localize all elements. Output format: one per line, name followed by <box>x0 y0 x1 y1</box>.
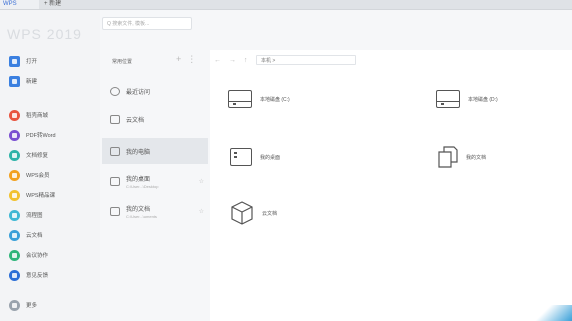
locations-panel: 常用位置 +⋮ 最近访问 云文档 我的电脑 我的桌面 C:\User...\De… <box>102 50 208 321</box>
location-name: 我的桌面 <box>126 176 151 183</box>
new-file-icon <box>9 75 20 87</box>
clock-icon <box>110 86 120 96</box>
brand-logo: WPS 2019 <box>7 26 82 42</box>
cloud-doc-icon <box>230 200 254 226</box>
sidebar-item-course[interactable]: WPS精品课 <box>9 188 55 202</box>
item-label: 我的文档 <box>466 154 487 161</box>
sidebar-item-cloud[interactable]: 云文档 <box>9 228 43 242</box>
add-location-icon[interactable]: + <box>176 54 187 64</box>
more-options-icon[interactable]: ⋮ <box>187 54 202 64</box>
sidebar-item-feedback[interactable]: 意见反馈 <box>9 268 48 282</box>
sidebar-item-docer[interactable]: 稻壳商城 <box>9 108 48 122</box>
location-name: 我的文档 <box>126 206 151 213</box>
sidebar-item-label: 流程图 <box>26 213 43 219</box>
computer-icon <box>110 146 120 156</box>
more-icon <box>9 299 20 311</box>
documents-icon <box>438 146 458 168</box>
sidebar-item-new[interactable]: 新建 <box>9 74 37 88</box>
location-recent[interactable]: 最近访问 <box>102 78 208 104</box>
sidebar-item-more[interactable]: 更多 <box>9 298 37 312</box>
course-icon <box>9 189 20 201</box>
sidebar-item-label: 云文档 <box>26 233 43 239</box>
sidebar-item-label: 更多 <box>26 303 38 309</box>
pdf-icon <box>9 129 20 141</box>
folder-cloud-docs[interactable]: 云文档 <box>230 200 277 226</box>
location-label: 我的电脑 <box>126 149 151 156</box>
desktop-icon <box>110 176 120 186</box>
drive-d[interactable]: 本地磁盘 (D:) <box>436 90 498 108</box>
sidebar-item-label: PDF转Word <box>26 133 56 139</box>
locations-actions: +⋮ <box>176 54 202 65</box>
sidebar-item-label: 稻壳商城 <box>26 113 49 119</box>
folder-documents[interactable]: 我的文档 <box>438 146 486 168</box>
repair-icon <box>9 149 20 161</box>
sidebar-item-repair[interactable]: 文档修复 <box>9 148 48 162</box>
docer-icon <box>9 109 20 121</box>
cloud-doc-icon <box>110 114 120 124</box>
tab-new[interactable]: + 新建 <box>38 0 78 9</box>
sidebar: WPS 2019 打开 新建 稻壳商城 PDF转Word 文档修复 WPS会员 … <box>0 10 100 321</box>
location-label: 我的文档 C:\User...\uments <box>126 204 157 219</box>
meeting-icon <box>9 249 20 261</box>
feedback-icon <box>9 269 20 281</box>
sidebar-item-label: 意见反馈 <box>26 273 49 279</box>
member-icon <box>9 169 20 181</box>
location-desktop[interactable]: 我的桌面 C:\User...\Desktop ☆ <box>102 168 208 194</box>
folder-desktop[interactable]: 我的桌面 <box>230 148 280 166</box>
flowchart-icon <box>9 209 20 221</box>
search-input[interactable]: Q 搜索文件, 模板... <box>102 17 192 30</box>
desktop-icon <box>230 148 252 166</box>
location-label: 我的桌面 C:\User...\Desktop <box>126 174 158 189</box>
nav-buttons[interactable]: ← → ↑ <box>214 57 250 64</box>
sidebar-item-label: 打开 <box>26 59 38 65</box>
location-label: 云文档 <box>126 117 145 124</box>
sidebar-item-open[interactable]: 打开 <box>9 54 37 68</box>
item-label: 云文档 <box>262 210 278 217</box>
sidebar-item-member[interactable]: WPS会员 <box>9 168 50 182</box>
pin-icon[interactable]: ☆ <box>199 208 204 215</box>
location-my-computer[interactable]: 我的电脑 <box>102 138 208 164</box>
location-label: 最近访问 <box>126 89 151 96</box>
address-bar[interactable]: 本机 > <box>256 55 356 65</box>
sidebar-item-label: WPS精品课 <box>26 193 56 199</box>
search-placeholder: Q 搜索文件, 模板... <box>107 21 150 27</box>
sidebar-item-meeting[interactable]: 会议协作 <box>9 248 48 262</box>
location-path: C:\User...\Desktop <box>126 183 159 189</box>
sidebar-item-flowchart[interactable]: 流程图 <box>9 208 43 222</box>
corner-accent <box>526 305 572 321</box>
file-browser: ← → ↑ 本机 > 本地磁盘 (C:) 本地磁盘 (D:) 我的桌面 我的文档… <box>210 50 572 321</box>
location-documents[interactable]: 我的文档 C:\User...\uments ☆ <box>102 198 208 224</box>
item-label: 本地磁盘 (C:) <box>260 96 290 103</box>
item-label: 我的桌面 <box>260 154 281 161</box>
drive-c[interactable]: 本地磁盘 (C:) <box>228 90 290 108</box>
sidebar-item-label: 会议协作 <box>26 253 49 259</box>
pin-icon[interactable]: ☆ <box>199 178 204 185</box>
sidebar-item-label: WPS会员 <box>26 173 50 179</box>
documents-icon <box>110 206 120 216</box>
drive-icon <box>436 90 460 108</box>
sidebar-item-pdf-to-word[interactable]: PDF转Word <box>9 128 56 142</box>
location-path: C:\User...\uments <box>126 213 157 219</box>
folder-icon <box>9 55 20 67</box>
locations-header: 常用位置 <box>112 59 133 65</box>
tab-wps-home[interactable]: WPS <box>0 0 39 9</box>
location-cloud[interactable]: 云文档 <box>102 106 208 132</box>
sidebar-item-label: 新建 <box>26 79 38 85</box>
sidebar-item-label: 文档修复 <box>26 153 49 159</box>
tab-strip: WPS + 新建 <box>0 0 572 10</box>
cloud-icon <box>9 229 20 241</box>
drive-icon <box>228 90 252 108</box>
item-label: 本地磁盘 (D:) <box>468 96 498 103</box>
